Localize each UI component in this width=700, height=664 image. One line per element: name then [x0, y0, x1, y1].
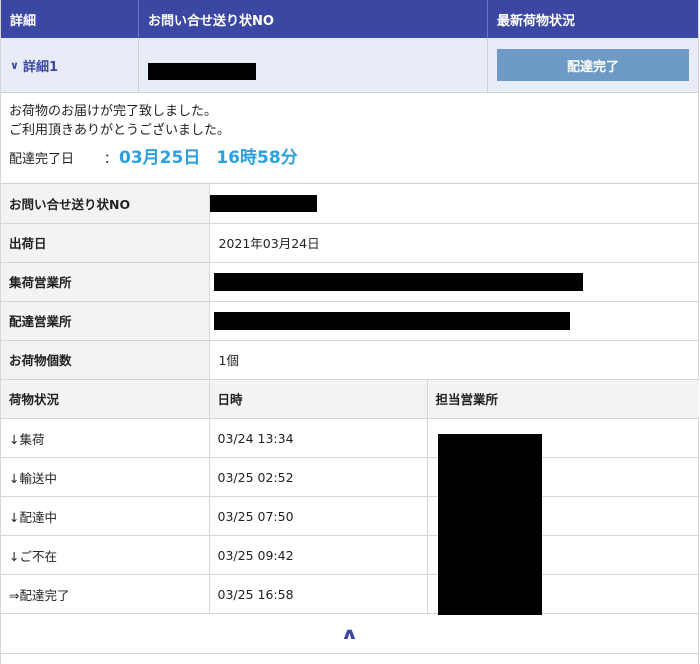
history-status: ↓輸送中 [1, 457, 210, 497]
history-status: ↓ご不在 [1, 535, 210, 575]
info-table: お問い合せ送り状NO 出荷日 2021年03月24日 集荷営業所 配達営業所 お… [1, 184, 699, 380]
chevron-up-icon[interactable]: ∧ [340, 624, 358, 643]
redacted-office-column [438, 434, 542, 615]
collapse-bar: ∧ [1, 614, 698, 654]
header-tracking-number: お問い合せ送り状NO [139, 0, 488, 38]
header-detail: 詳細 [1, 0, 139, 38]
history-table: 荷物状況 日時 担当営業所 ↓集荷 03/24 13:34 ↓輸送中 03/25… [1, 379, 699, 614]
message-line-1: お荷物のお届けが完了致しました。 [9, 104, 218, 119]
history-header-row: 荷物状況 日時 担当営業所 [1, 379, 699, 419]
tracking-panel: 詳細 お問い合せ送り状NO 最新荷物状況 ∨ 詳細1 配達完了 お荷物のお届けが… [0, 0, 699, 664]
table-row: お問い合せ送り状NO [1, 184, 699, 224]
summary-row: ∨ 詳細1 配達完了 [1, 38, 698, 93]
history-header-status: 荷物状況 [1, 379, 210, 419]
delivered-colon: ： [104, 152, 118, 167]
history-status: ⇒配達完了 [1, 574, 210, 614]
history-status: ↓集荷 [1, 418, 210, 458]
info-value: 1個 [209, 340, 699, 380]
redacted-tracking-number [148, 62, 256, 80]
table-row: お荷物個数 1個 [1, 340, 699, 380]
history-status: ↓配達中 [1, 496, 210, 536]
table-row: ↓集荷 03/24 13:34 [1, 418, 699, 458]
message-line-2: ご利用頂きありがとうございました。 [9, 123, 231, 138]
info-value [209, 262, 699, 302]
info-label: 配達営業所 [1, 301, 210, 341]
table-row: 出荷日 2021年03月24日 [1, 223, 699, 263]
history-header-office: 担当営業所 [427, 379, 699, 419]
header-latest-status: 最新荷物状況 [497, 13, 576, 29]
history-datetime: 03/25 16:58 [209, 574, 428, 614]
table-row: ↓ご不在 03/25 09:42 [1, 535, 699, 575]
info-value [209, 301, 699, 341]
info-label: お問い合せ送り状NO [1, 184, 210, 224]
tracking-number-cell [139, 38, 488, 92]
table-header: 詳細 お問い合せ送り状NO 最新荷物状況 [1, 0, 698, 38]
table-row: ↓輸送中 03/25 02:52 [1, 457, 699, 497]
delivered-label: 配達完了日 [9, 152, 75, 167]
delivered-time: 16時58分 [216, 148, 298, 168]
info-label: 集荷営業所 [1, 262, 210, 302]
detail-toggle[interactable]: ∨ 詳細1 [1, 38, 139, 92]
redacted-pickup-office [213, 272, 583, 291]
table-row: 集荷営業所 [1, 262, 699, 302]
detail-label: 詳細1 [22, 59, 58, 75]
history-datetime: 03/25 07:50 [209, 496, 428, 536]
status-cell: 配達完了 [488, 38, 698, 92]
redacted-delivery-office [213, 311, 570, 330]
status-button[interactable]: 配達完了 [497, 49, 689, 81]
table-row: ↓配達中 03/25 07:50 [1, 496, 699, 536]
redacted-tracking-number [209, 194, 317, 212]
info-value [209, 184, 699, 224]
history-datetime: 03/25 09:42 [209, 535, 428, 575]
delivered-date-line: 配達完了日 ： 03月25日 16時58分 [9, 149, 690, 169]
history-header-datetime: 日時 [209, 379, 428, 419]
info-value: 2021年03月24日 [209, 223, 699, 263]
table-row: 配達営業所 [1, 301, 699, 341]
delivery-message: お荷物のお届けが完了致しました。 ご利用頂きありがとうございました。 配達完了日… [1, 93, 698, 184]
history-datetime: 03/25 02:52 [209, 457, 428, 497]
table-row: ⇒配達完了 03/25 16:58 [1, 574, 699, 614]
info-label: お荷物個数 [1, 340, 210, 380]
info-label: 出荷日 [1, 223, 210, 263]
chevron-down-icon: ∨ [10, 58, 19, 72]
history-datetime: 03/24 13:34 [209, 418, 428, 458]
delivered-date: 03月25日 [119, 148, 201, 168]
